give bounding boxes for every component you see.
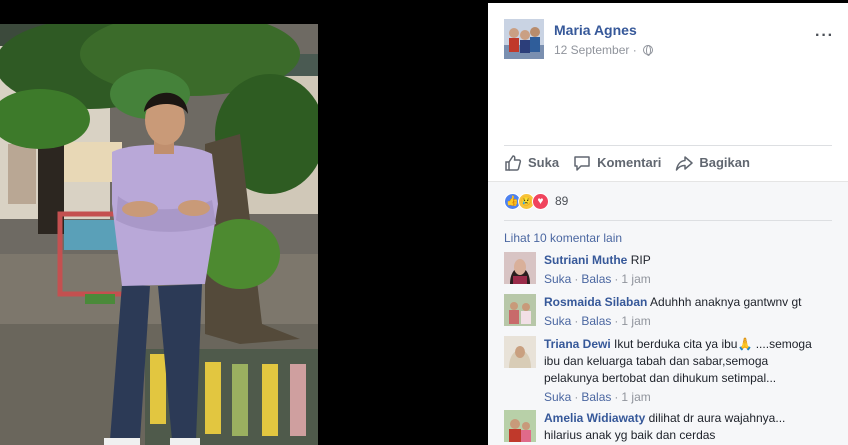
author-name[interactable]: Maria Agnes bbox=[554, 22, 637, 38]
like-button[interactable]: Suka bbox=[504, 154, 559, 172]
comment-time[interactable]: 1 jam bbox=[621, 272, 650, 286]
share-button[interactable]: Bagikan bbox=[675, 154, 750, 172]
post-header: Maria Agnes 12 September · ··· bbox=[504, 19, 834, 63]
like-label: Suka bbox=[528, 155, 560, 170]
comment-actions: Suka · Balas · 1 jam bbox=[544, 314, 651, 328]
comment-button[interactable]: Komentari bbox=[573, 154, 661, 172]
comment-time[interactable]: 1 jam bbox=[621, 314, 650, 328]
comment-icon bbox=[574, 155, 590, 171]
commenter-avatar[interactable] bbox=[504, 252, 536, 284]
globe-icon[interactable] bbox=[643, 45, 654, 56]
comment-line-2: ibu dan keluarga tabah dan sabar,semoga bbox=[544, 354, 769, 368]
comment-line-3: pelakunya bertobat dan dihukum setimpal.… bbox=[544, 371, 777, 385]
comment-like-link[interactable]: Suka bbox=[544, 390, 571, 404]
comment-reply-link[interactable]: Balas bbox=[581, 390, 611, 404]
commenter-name[interactable]: Amelia Widiawaty bbox=[544, 411, 645, 425]
thumbs-up-icon bbox=[505, 154, 522, 171]
post-date[interactable]: 12 September bbox=[554, 43, 629, 57]
view-more-comments-link[interactable]: Lihat 10 komentar lain bbox=[504, 231, 622, 245]
comment-body: Rosmaida Silaban Aduhhh anaknya gantwnv … bbox=[544, 294, 834, 330]
author-avatar-image bbox=[504, 19, 544, 59]
comment-line-1: Amelia Widiawaty dilihat dr aura wajahny… bbox=[544, 410, 834, 427]
photo-image bbox=[0, 24, 318, 445]
comments-divider bbox=[504, 220, 832, 221]
comment-text: dilihat dr aura wajahnya... bbox=[648, 411, 786, 425]
comment-reply-link[interactable]: Balas bbox=[581, 272, 611, 286]
author-avatar[interactable] bbox=[504, 19, 544, 59]
comment-body: Sutriani Muthe RIP Suka · Balas · 1 jam bbox=[544, 252, 834, 288]
post-action-bar: Suka Komentari Bagikan bbox=[504, 145, 832, 179]
share-label: Bagikan bbox=[699, 155, 750, 170]
comment-line-1: Triana Dewi Ikut berduka cita ya ibu🙏 ..… bbox=[544, 336, 834, 353]
commenter-name[interactable]: Rosmaida Silaban bbox=[544, 295, 647, 309]
commenter-avatar-image bbox=[504, 252, 536, 284]
commenter-avatar[interactable] bbox=[504, 294, 536, 326]
comment-line-2: hilarius anak yg baik dan cerdas bbox=[544, 428, 716, 442]
post-photo[interactable] bbox=[0, 24, 318, 445]
comment-reply-link[interactable]: Balas bbox=[581, 314, 611, 328]
post-side-panel: Maria Agnes 12 September · ··· Suka Kome… bbox=[488, 3, 848, 445]
reaction-count: 89 bbox=[555, 194, 569, 208]
reactions-summary[interactable]: 👍 😢 ♥ 89 bbox=[504, 190, 568, 212]
comment-body: Triana Dewi Ikut berduka cita ya ibu🙏 ..… bbox=[544, 336, 834, 406]
commenter-avatar[interactable] bbox=[504, 336, 536, 368]
love-reaction-icon: ♥ bbox=[532, 192, 549, 210]
comment-actions: Suka · Balas · 1 jam bbox=[544, 390, 651, 404]
meta-dot: · bbox=[632, 43, 641, 57]
commenter-avatar[interactable] bbox=[504, 410, 536, 442]
commenter-name[interactable]: Triana Dewi bbox=[544, 337, 611, 351]
comment-actions: Suka · Balas · 1 jam bbox=[544, 272, 651, 286]
comments-section: 👍 😢 ♥ 89 Lihat 10 komentar lain Sutriani… bbox=[488, 181, 848, 445]
share-icon bbox=[676, 155, 694, 171]
comment-like-link[interactable]: Suka bbox=[544, 272, 571, 286]
comment-like-link[interactable]: Suka bbox=[544, 314, 571, 328]
comment-body: Amelia Widiawaty dilihat dr aura wajahny… bbox=[544, 410, 834, 444]
commenter-name[interactable]: Sutriani Muthe bbox=[544, 253, 627, 267]
comment-time[interactable]: 1 jam bbox=[621, 390, 650, 404]
commenter-avatar-image bbox=[504, 410, 536, 442]
more-options-button[interactable]: ··· bbox=[815, 27, 834, 45]
commenter-avatar-image bbox=[504, 336, 536, 368]
comment-label: Komentari bbox=[597, 155, 662, 170]
comment-text: Aduhhh anaknya gantwnv gt bbox=[650, 295, 802, 309]
photo-viewer bbox=[0, 0, 488, 445]
commenter-avatar-image bbox=[504, 294, 536, 326]
comment-text: Ikut berduka cita ya ibu🙏 ....semoga bbox=[614, 337, 812, 351]
post-meta: 12 September · bbox=[554, 43, 654, 57]
comment-text: RIP bbox=[630, 253, 651, 267]
